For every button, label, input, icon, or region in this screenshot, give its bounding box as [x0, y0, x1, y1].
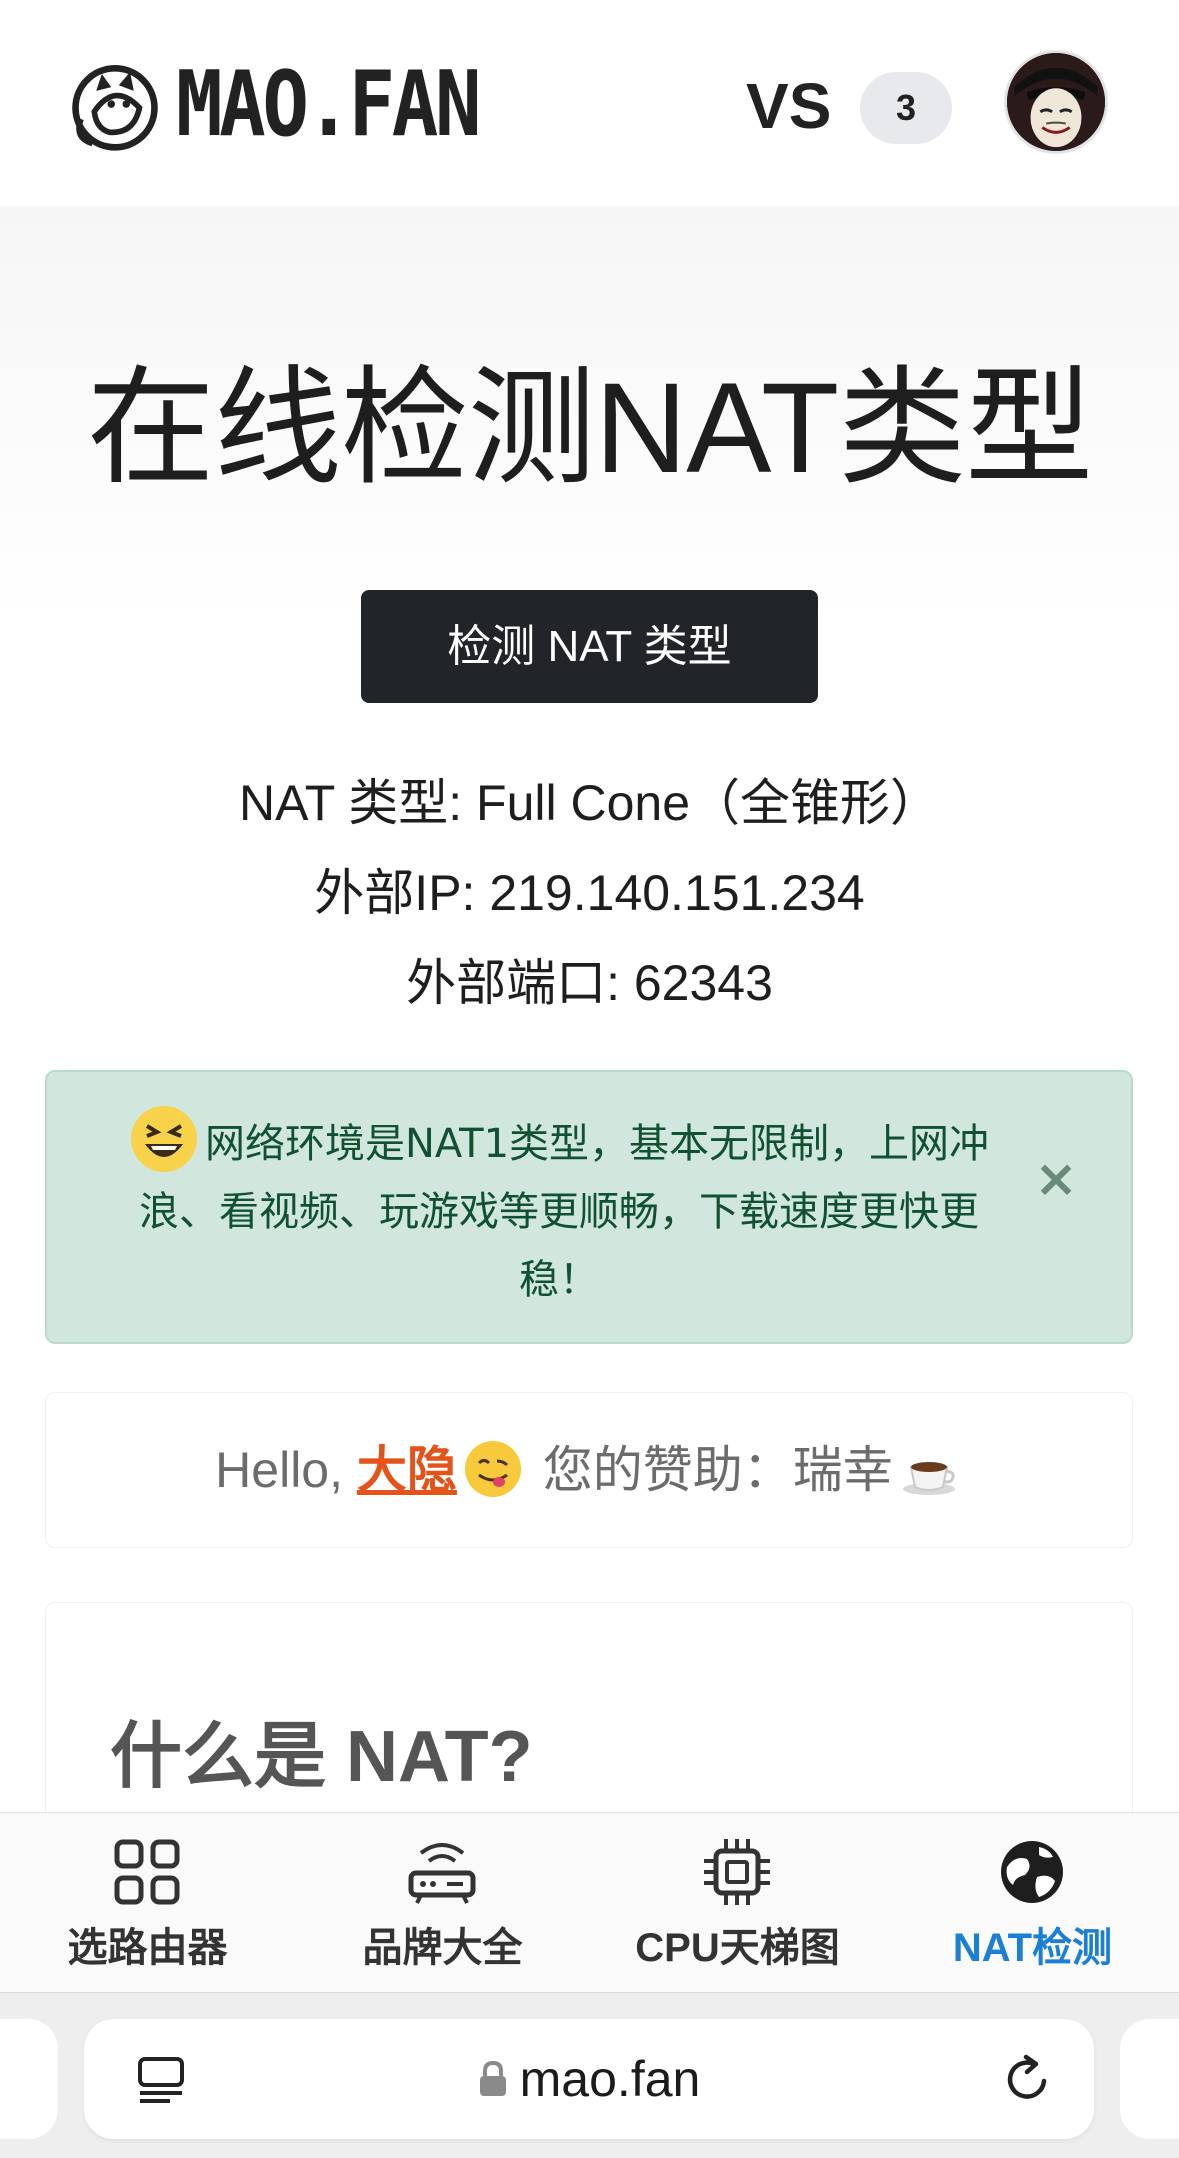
router-icon: [408, 1843, 476, 1904]
nav-label: 品牌大全: [362, 1926, 523, 1970]
what-is-nat-card: 什么是 NAT?: [45, 1602, 1133, 1812]
nat-type-result: NAT 类型: Full Cone（全锥形）: [238, 775, 941, 831]
nav-label: CPU天梯图: [635, 1926, 840, 1970]
external-ip-result: 外部IP: 219.140.151.234: [314, 865, 865, 921]
cat-logo-icon: [72, 65, 158, 151]
url-display: mao.fan: [84, 2049, 1094, 2109]
yum-emoji-icon: [464, 1440, 521, 1497]
nav-item-choose-router[interactable]: 选路由器: [0, 1813, 295, 1993]
site-header: MAO.FAN VS 3: [0, 0, 1179, 206]
alert-close-button[interactable]: ×: [1031, 1153, 1081, 1205]
globe-icon: [1001, 1841, 1063, 1903]
grid-icon: [114, 1839, 180, 1905]
nav-label: 选路由器: [67, 1926, 228, 1970]
external-port-result: 外部端口: 62343: [406, 955, 773, 1011]
nav-item-cpu-ladder[interactable]: CPU天梯图: [590, 1813, 885, 1993]
vs-label[interactable]: VS: [746, 66, 831, 146]
sponsor-card: Hello, 大隐 您的赞助：瑞幸: [45, 1392, 1133, 1548]
sponsor-name-link[interactable]: 大隐: [357, 1442, 457, 1498]
logo-text: MAO.FAN: [176, 52, 482, 157]
what-is-nat-heading: 什么是 NAT?: [110, 1717, 533, 1797]
cpu-icon: [704, 1839, 770, 1905]
coffee-icon: [902, 1461, 955, 1495]
nav-label: NAT检测: [952, 1926, 1113, 1970]
nav-item-brands[interactable]: 品牌大全: [295, 1813, 590, 1993]
bottom-nav: 选路由器 品牌大全 CPU天梯图 NAT检测: [0, 1812, 1179, 1992]
nav-item-nat-detect[interactable]: NAT检测: [885, 1813, 1179, 1993]
user-avatar[interactable]: [1004, 50, 1108, 154]
browser-toolbar: mao.fan: [0, 1992, 1179, 2158]
main-content: 在线检测NAT类型 检测 NAT 类型 NAT 类型: Full Cone（全锥…: [0, 206, 1179, 1812]
url-text: mao.fan: [519, 2051, 701, 2107]
alert-message-wrap: 网络环境是NAT1类型，基本无限制，上网冲浪、看视频、玩游戏等更顺畅，下载速度更…: [119, 1106, 999, 1314]
sponsor-line: Hello, 大隐 您的赞助：瑞幸: [46, 1435, 1134, 1505]
alert-message: 网络环境是NAT1类型，基本无限制，上网冲浪、看视频、玩游戏等更顺畅，下载速度更…: [139, 1121, 990, 1303]
vs-count-badge[interactable]: 3: [860, 72, 952, 144]
previous-tab-preview[interactable]: [0, 2019, 58, 2139]
site-logo[interactable]: MAO.FAN: [68, 50, 527, 160]
page-title: 在线检测NAT类型: [86, 357, 1094, 500]
lock-icon: [479, 2060, 506, 2096]
detect-nat-button[interactable]: 检测 NAT 类型: [361, 590, 818, 703]
avatar-image: [1007, 53, 1105, 151]
address-bar[interactable]: mao.fan: [84, 2019, 1094, 2139]
laughing-emoji-icon: [130, 1106, 197, 1172]
page: MAO.FAN VS 3 在线检测NAT类型 检测 NAT 类型 NAT 类型:…: [0, 0, 1179, 2158]
nat-result-alert: 网络环境是NAT1类型，基本无限制，上网冲浪、看视频、玩游戏等更顺畅，下载速度更…: [45, 1070, 1133, 1344]
sponsor-greeting: Hello,: [215, 1442, 357, 1498]
reload-icon[interactable]: [1000, 2051, 1056, 2107]
sponsor-label: 您的赞助：瑞幸: [528, 1442, 893, 1498]
next-tab-preview[interactable]: [1120, 2019, 1179, 2139]
